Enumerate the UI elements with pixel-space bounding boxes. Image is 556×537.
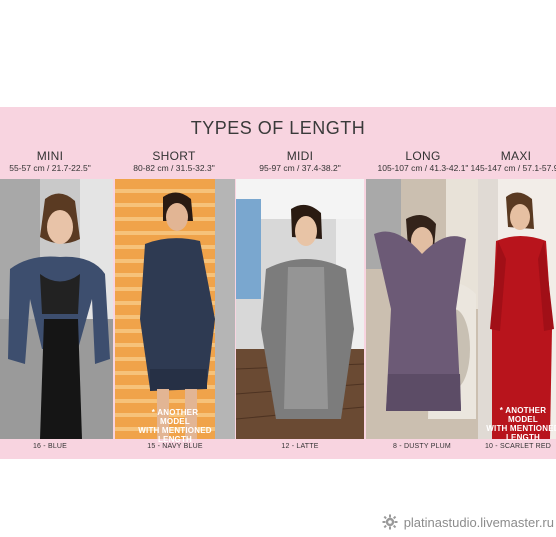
caption-short: 15 - NAVY BLUE: [147, 443, 203, 450]
column-size: 105-107 cm / 41.3-42.1": [377, 163, 469, 173]
column-name: SHORT: [152, 149, 196, 163]
photo-note-short: * ANOTHER MODEL WITH MENTIONED LENGTH: [138, 408, 212, 444]
photo-maxi: [478, 179, 556, 439]
column-name: LONG: [405, 149, 441, 163]
watermark: platinastudio.livemaster.ru: [382, 514, 554, 530]
column-name: MINI: [36, 149, 64, 163]
photo-mini: [0, 179, 113, 439]
column-header-maxi: MAXI 145-147 cm / 57.1-57.9": [464, 149, 556, 174]
column-size: 145-147 cm / 57.1-57.9": [470, 163, 556, 173]
photo-midi: [236, 179, 364, 439]
caption-maxi: 10 - SCARLET RED: [484, 443, 552, 450]
column-name: MIDI: [286, 149, 314, 163]
column-header-short: SHORT 80-82 cm / 31.5-32.3": [115, 149, 233, 174]
column-header-midi: MIDI 95-97 cm / 37.4-38.2": [236, 149, 364, 174]
gear-icon: [382, 514, 398, 530]
photo-long: [366, 179, 478, 439]
page-title: TYPES OF LENGTH: [190, 118, 366, 138]
column-size: 55-57 cm / 21.7-22.5": [9, 163, 91, 173]
photo-short: [115, 179, 235, 439]
column-size: 80-82 cm / 31.5-32.3": [133, 163, 215, 173]
photo-note-maxi: * ANOTHER MODEL WITH MENTIONED LENGTH: [486, 406, 556, 442]
column-header-long: LONG 105-107 cm / 41.3-42.1": [366, 149, 480, 174]
column-size: 95-97 cm / 37.4-38.2": [259, 163, 341, 173]
watermark-text: platinastudio.livemaster.ru: [403, 514, 554, 530]
column-name: MAXI: [500, 149, 532, 163]
caption-midi: 12 - LATTE: [281, 443, 319, 450]
caption-mini: 16 - BLUE: [32, 443, 68, 450]
column-header-mini: MINI 55-57 cm / 21.7-22.5": [0, 149, 100, 174]
caption-long: 8 - DUSTY PLUM: [393, 443, 451, 450]
